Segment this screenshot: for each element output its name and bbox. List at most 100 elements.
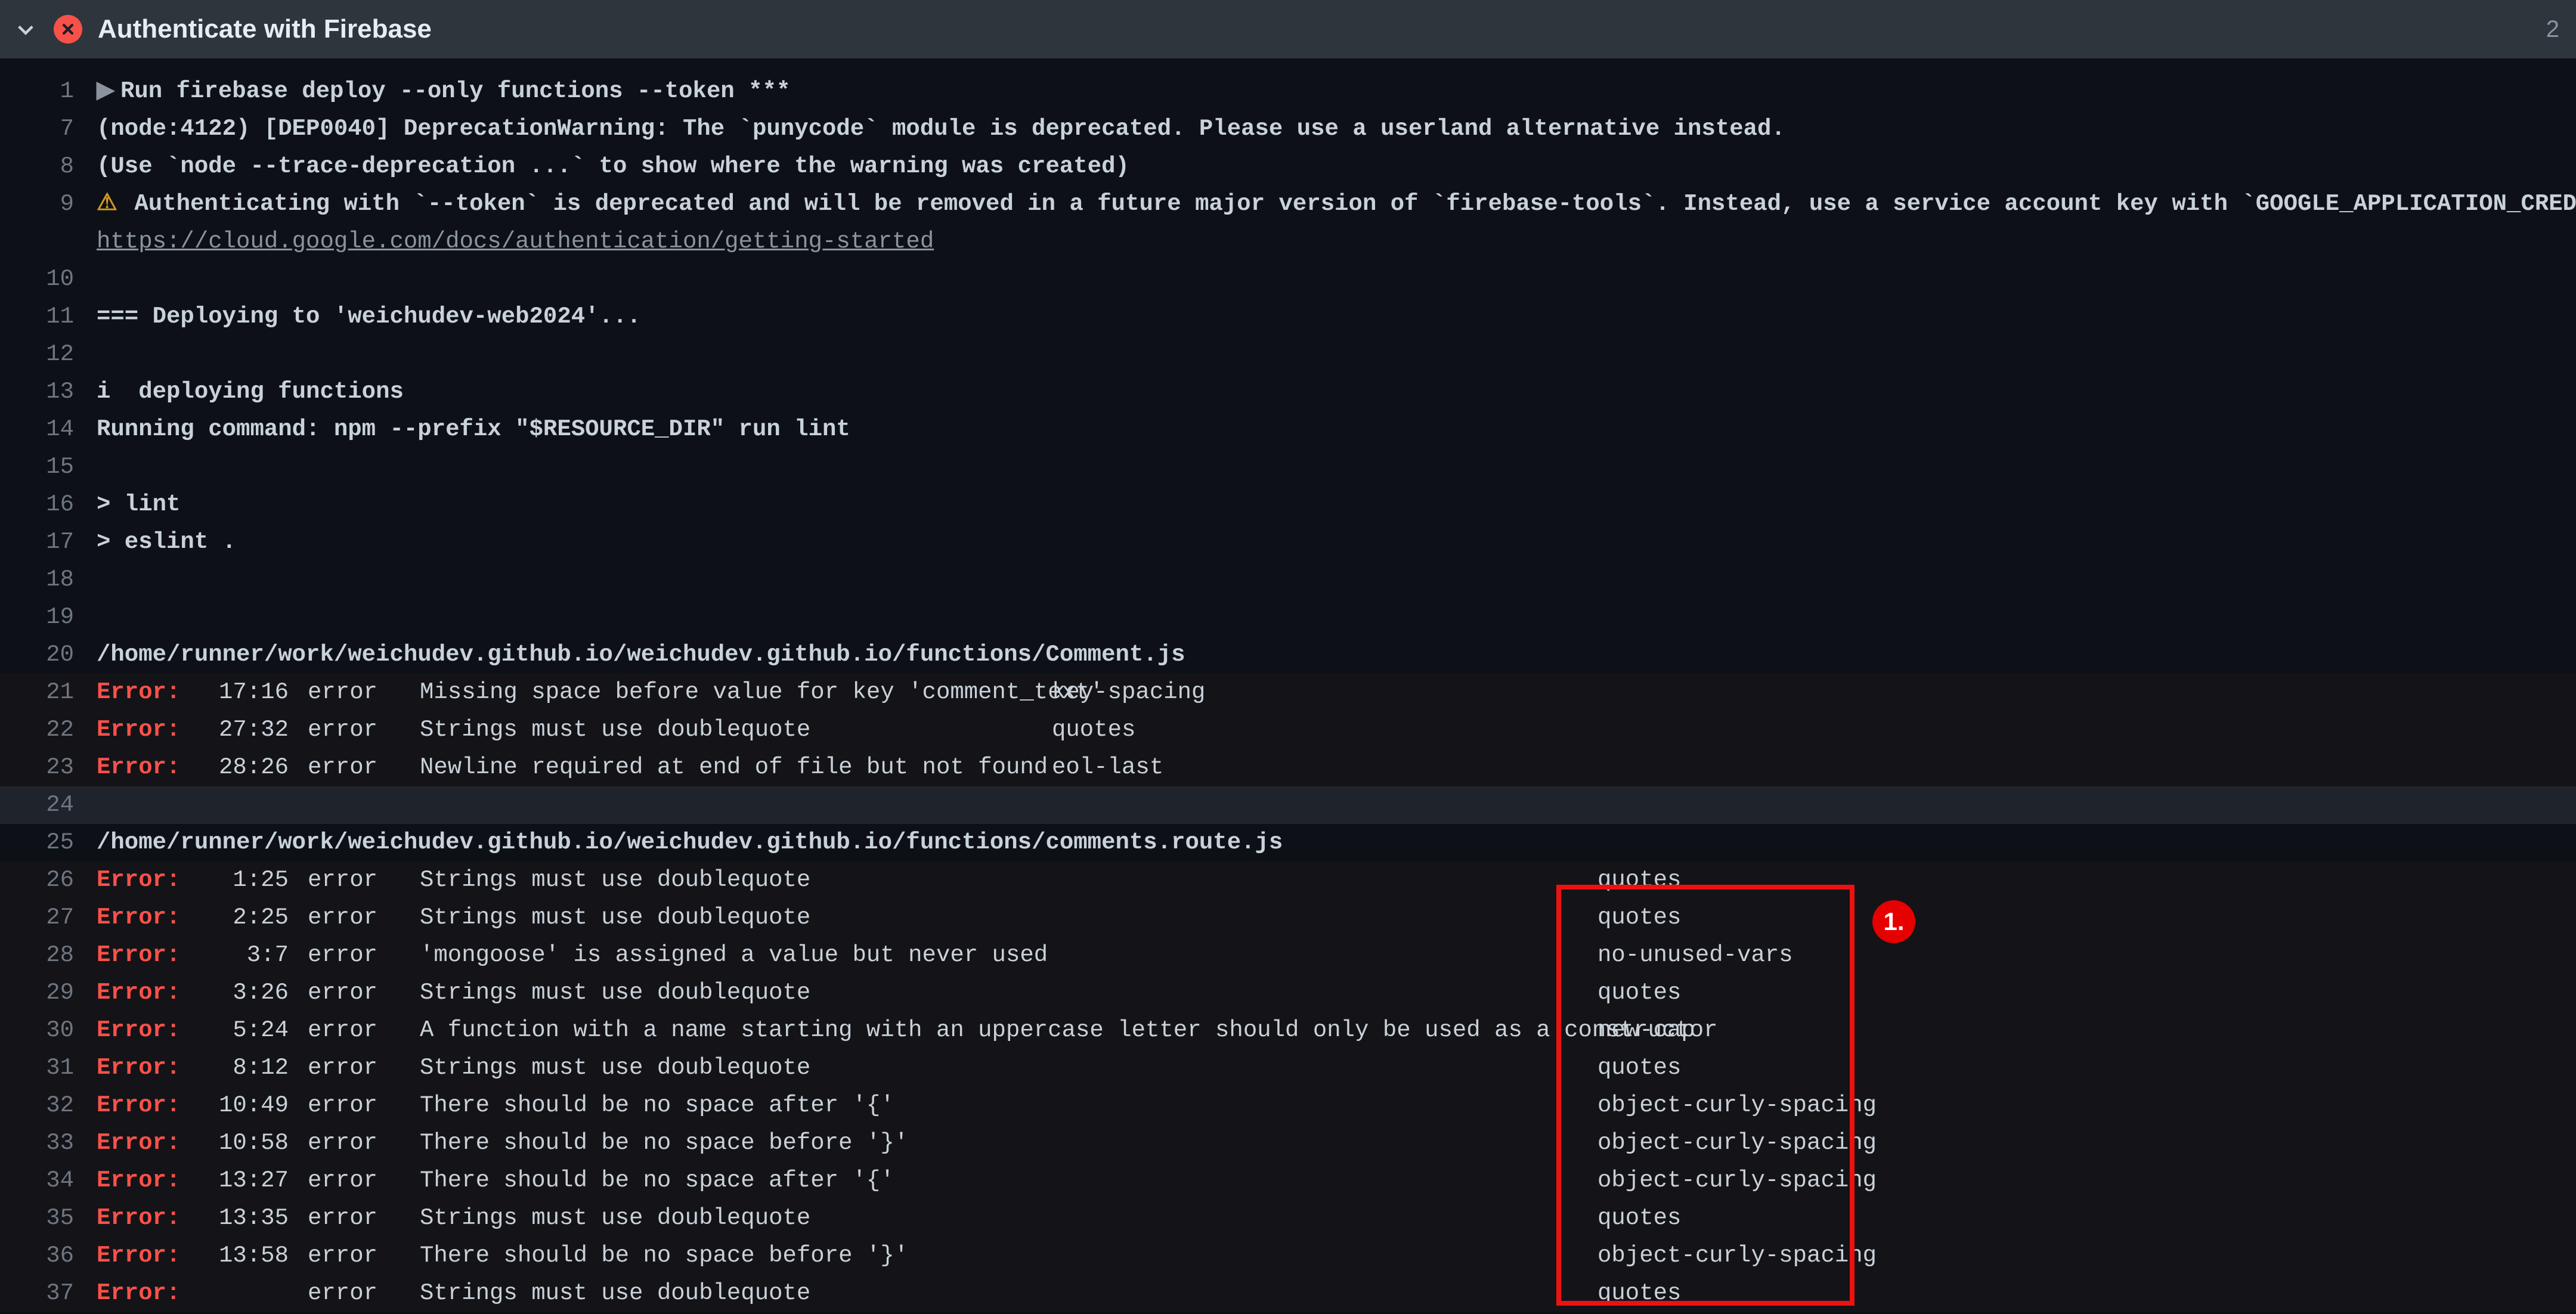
severity: Error: [97, 1012, 206, 1049]
log-line: > lint [97, 486, 2576, 523]
severity: Error: [97, 749, 206, 786]
line-number: 24 [0, 786, 97, 824]
lint-row: 28 Error:3:7error'mongoose' is assigned … [0, 937, 2576, 974]
log-line [97, 261, 2576, 298]
line-number: 9 [0, 185, 97, 223]
lint-row: 34 Error:13:27errorThere should be no sp… [0, 1162, 2576, 1200]
log-line: === Deploying to 'weichudev-web2024'... [97, 298, 2576, 336]
severity: Error: [97, 674, 206, 711]
lint-rule: quotes [1597, 1200, 1860, 1237]
log-line: 24 [0, 786, 2576, 824]
lint-location: 3:26 [206, 974, 308, 1012]
line-number: 10 [0, 261, 97, 298]
lint-rule: quotes [1597, 899, 1860, 937]
lint-row: 26 Error:1:25errorStrings must use doubl… [0, 861, 2576, 899]
lint-message: A function with a name starting with an … [420, 1012, 1597, 1049]
line-number: 30 [0, 1012, 97, 1049]
line-number: 34 [0, 1162, 97, 1200]
lint-type: error [308, 1049, 420, 1087]
lint-row: 23 Error:28:26errorNewline required at e… [0, 749, 2576, 786]
status-failed-icon [54, 15, 82, 44]
lint-rule: key-spacing [1052, 674, 1290, 711]
lint-row: 33 Error:10:58errorThere should be no sp… [0, 1124, 2576, 1162]
line-number: 15 [0, 448, 97, 486]
log-line: ⚠ Authenticating with `--token` is depre… [97, 185, 2576, 223]
file-path: /home/runner/work/weichudev.github.io/we… [97, 824, 2576, 861]
lint-rule: no-unused-vars [1597, 937, 1860, 974]
lint-type: error [308, 861, 420, 899]
lint-message: Missing space before value for key 'comm… [420, 674, 1052, 711]
log-line [97, 599, 2576, 636]
warning-icon: ⚠ [97, 185, 120, 223]
lint-message: Strings must use doublequote [420, 711, 1052, 749]
lint-type: error [308, 1237, 420, 1275]
step-header[interactable]: Authenticate with Firebase 2 [0, 0, 2576, 58]
line-number: 16 [0, 486, 97, 523]
lint-message: 'mongoose' is assigned a value but never… [420, 937, 1597, 974]
lint-row: 36 Error:13:58errorThere should be no sp… [0, 1237, 2576, 1275]
lint-type: error [308, 899, 420, 937]
lint-message: Strings must use doublequote [420, 1200, 1597, 1237]
line-number: 23 [0, 749, 97, 786]
severity: Error: [97, 711, 206, 749]
header-right-hint: 2 [2546, 16, 2559, 43]
log-output: 1 ▶Run firebase deploy --only functions … [0, 58, 2576, 1312]
log-line [97, 561, 2576, 599]
lint-row: 37 Error:errorStrings must use doublequo… [0, 1275, 2576, 1312]
severity: Error: [97, 899, 206, 937]
lint-message: There should be no space before '}' [420, 1237, 1597, 1275]
lint-location: 2:25 [206, 899, 308, 937]
line-number: 25 [0, 824, 97, 861]
line-number: 13 [0, 373, 97, 411]
log-line[interactable]: ▶Run firebase deploy --only functions --… [97, 73, 2576, 110]
line-number: 35 [0, 1200, 97, 1237]
line-number: 7 [0, 110, 97, 148]
line-number: 33 [0, 1124, 97, 1162]
line-number: 11 [0, 298, 97, 336]
lint-type: error [308, 937, 420, 974]
docs-link[interactable]: https://cloud.google.com/docs/authentica… [97, 228, 934, 255]
severity: Error: [97, 1124, 206, 1162]
lint-message: There should be no space after '{' [420, 1162, 1597, 1200]
lint-message: Strings must use doublequote [420, 1275, 1597, 1312]
line-number: 18 [0, 561, 97, 599]
lint-rule: quotes [1597, 974, 1860, 1012]
lint-message: Strings must use doublequote [420, 974, 1597, 1012]
lint-location: 27:32 [206, 711, 308, 749]
severity: Error: [97, 1237, 206, 1275]
log-line: (node:4122) [DEP0040] DeprecationWarning… [97, 110, 2576, 148]
line-number: 1 [0, 73, 97, 110]
caret-right-icon[interactable]: ▶ [97, 73, 120, 110]
lint-rule: quotes [1597, 1049, 1860, 1087]
lint-message: There should be no space after '{' [420, 1087, 1597, 1124]
lint-location: 10:58 [206, 1124, 308, 1162]
lint-type: error [308, 1162, 420, 1200]
line-number: 17 [0, 523, 97, 561]
lint-row: 32 Error:10:49errorThere should be no sp… [0, 1087, 2576, 1124]
line-number: 21 [0, 674, 97, 711]
lint-rule: object-curly-spacing [1597, 1087, 1860, 1124]
lint-rule: new-cap [1597, 1012, 1860, 1049]
log-line [97, 448, 2576, 486]
lint-row: 22 Error:27:32errorStrings must use doub… [0, 711, 2576, 749]
lint-rule: object-curly-spacing [1597, 1124, 1860, 1162]
log-line: Running command: npm --prefix "$RESOURCE… [97, 411, 2576, 448]
lint-location: 5:24 [206, 1012, 308, 1049]
line-number: 22 [0, 711, 97, 749]
line-number: 12 [0, 336, 97, 373]
lint-rule: quotes [1597, 1275, 1860, 1312]
line-number: 8 [0, 148, 97, 185]
lint-location: 10:49 [206, 1087, 308, 1124]
lint-type: error [308, 711, 420, 749]
lint-type: error [308, 1200, 420, 1237]
severity: Error: [97, 861, 206, 899]
line-number: 20 [0, 636, 97, 674]
lint-message: Strings must use doublequote [420, 899, 1597, 937]
lint-rule: object-curly-spacing [1597, 1237, 1860, 1275]
lint-row: 21 Error:17:16errorMissing space before … [0, 674, 2576, 711]
lint-rule: quotes [1597, 861, 1860, 899]
lint-message: Strings must use doublequote [420, 1049, 1597, 1087]
chevron-down-icon[interactable] [13, 17, 38, 42]
severity: Error: [97, 937, 206, 974]
severity: Error: [97, 974, 206, 1012]
